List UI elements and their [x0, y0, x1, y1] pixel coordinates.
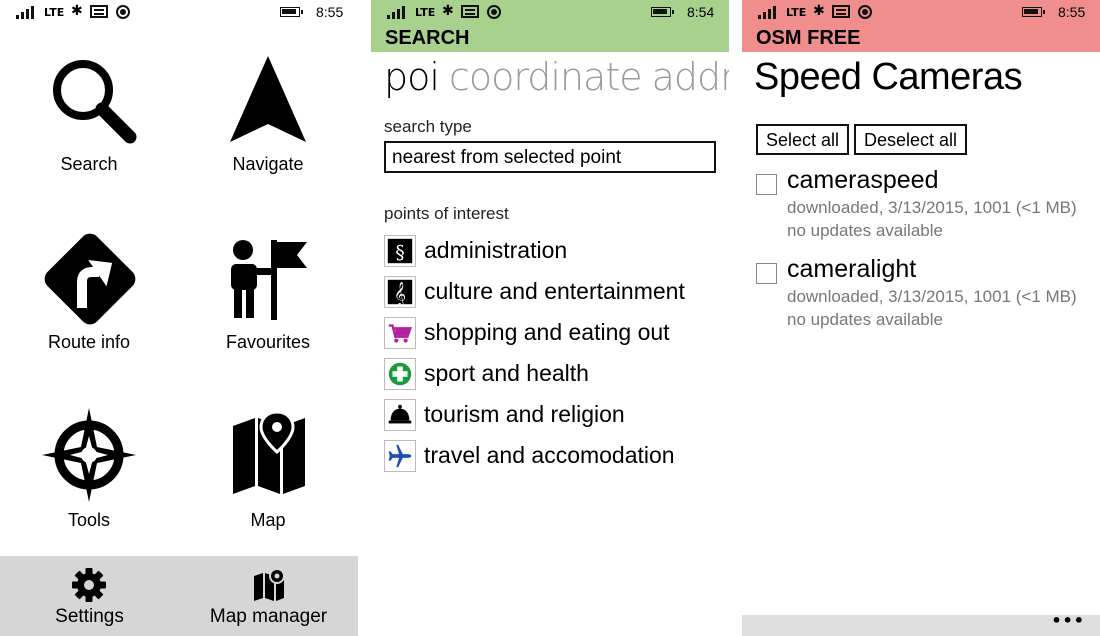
poi-category-sport[interactable]: sport and health: [384, 358, 724, 392]
gear-icon: [72, 568, 106, 602]
status-bar: LTE ✱ 8:54: [371, 0, 729, 26]
map-gear-icon: [254, 568, 285, 601]
search-type-select[interactable]: nearest from selected point: [384, 141, 716, 173]
favourites-label: Favourites: [225, 332, 311, 352]
search-type-label: search type: [384, 117, 472, 136]
camera-name: cameralight: [787, 255, 917, 283]
poi-category-travel[interactable]: travel and accomodation: [384, 440, 724, 474]
poi-category-administration[interactable]: § administration: [384, 235, 724, 269]
route-sign-icon: [44, 233, 136, 325]
treble-clef-icon: 𝄞: [384, 276, 416, 308]
map-pin-icon: [233, 412, 305, 494]
pivot-poi[interactable]: poi: [384, 55, 440, 99]
pivot-coordinate[interactable]: coordinate: [449, 55, 643, 99]
poi-category-label: administration: [424, 237, 568, 263]
person-flag-icon: [231, 240, 307, 320]
network-type: LTE: [44, 6, 65, 19]
svg-text:𝄞: 𝄞: [394, 281, 406, 306]
navigate-arrow-icon: [230, 56, 306, 142]
app-title-bar: OSM FREE: [742, 26, 1100, 52]
navigate-tile[interactable]: Navigate: [183, 50, 353, 220]
bluetooth-icon: ✱: [442, 3, 454, 19]
location-icon: [858, 5, 872, 19]
favourites-tile[interactable]: Favourites: [183, 224, 353, 394]
signal-icon: [16, 6, 34, 19]
camera-checkbox[interactable]: [756, 174, 777, 195]
app-title: OSM FREE: [756, 27, 861, 49]
shopping-cart-icon: [384, 317, 416, 349]
camera-detail: downloaded, 3/13/2015, 1001 (<1 MB): [787, 287, 1077, 306]
poi-category-culture[interactable]: 𝄞 culture and entertainment: [384, 276, 724, 310]
battery-icon: [280, 7, 303, 17]
pivot-address[interactable]: address: [652, 55, 729, 99]
camera-detail: downloaded, 3/13/2015, 1001 (<1 MB): [787, 198, 1077, 217]
bell-icon: [384, 399, 416, 431]
airplane-icon: [384, 440, 416, 472]
search-tile[interactable]: Search: [4, 50, 174, 220]
search-type-value: nearest from selected point: [392, 147, 622, 168]
poi-category-label: sport and health: [424, 360, 589, 386]
poi-category-label: tourism and religion: [424, 401, 625, 427]
battery-icon: [1022, 7, 1045, 17]
poi-section-label: points of interest: [384, 204, 509, 223]
map-manager-label: Map manager: [209, 606, 328, 627]
settings-button[interactable]: Settings: [0, 556, 179, 636]
status-bar: LTE ✱ 8:55: [742, 0, 1100, 26]
battery-icon: [651, 7, 674, 17]
deselect-all-button[interactable]: Deselect all: [854, 124, 968, 155]
speed-cameras-screen: LTE ✱ 8:55 OSM FREE Speed Cameras Select…: [742, 0, 1100, 636]
app-title: SEARCH: [385, 27, 470, 49]
app-title-bar: SEARCH: [371, 26, 729, 52]
bottom-app-bar: •••: [742, 611, 1100, 636]
select-all-button[interactable]: Select all: [756, 124, 850, 155]
route-info-tile[interactable]: Route info: [4, 224, 174, 394]
status-bar: LTE ✱ 8:55: [0, 0, 358, 26]
pivot-header: poicoordinateaddress: [384, 55, 729, 99]
camera-list-item[interactable]: cameraspeed downloaded, 3/13/2015, 1001 …: [754, 166, 1094, 246]
bluetooth-icon: ✱: [71, 3, 83, 19]
poi-category-tourism[interactable]: tourism and religion: [384, 399, 724, 433]
clock: 8:55: [1058, 4, 1086, 20]
location-icon: [116, 5, 130, 19]
poi-category-shopping[interactable]: shopping and eating out: [384, 317, 724, 351]
map-label: Map: [250, 510, 286, 530]
settings-label: Settings: [55, 606, 124, 627]
page-title: Speed Cameras: [754, 56, 1023, 98]
section-sign-icon: §: [384, 235, 416, 267]
poi-category-label: travel and accomodation: [424, 442, 675, 468]
location-icon: [487, 5, 501, 19]
navigate-label: Navigate: [232, 154, 304, 174]
camera-checkbox[interactable]: [756, 263, 777, 284]
bottom-app-bar: Settings Map manager: [0, 556, 358, 636]
map-tile[interactable]: Map: [183, 400, 353, 570]
map-manager-button[interactable]: Map manager: [179, 556, 358, 636]
camera-status: no updates available: [787, 221, 943, 240]
poi-category-label: culture and entertainment: [424, 278, 685, 304]
main-menu-screen: LTE ✱ 8:55 Search Navigate Route info Fa…: [0, 0, 358, 636]
message-icon: [461, 5, 479, 18]
network-type: LTE: [786, 6, 807, 19]
signal-icon: [387, 6, 405, 19]
clock: 8:55: [316, 4, 344, 20]
compass-rose-icon: [42, 408, 136, 502]
tools-label: Tools: [67, 510, 111, 530]
camera-status: no updates available: [787, 310, 943, 329]
search-icon: [53, 60, 137, 144]
route-info-label: Route info: [47, 332, 131, 352]
medical-cross-icon: [384, 358, 416, 390]
svg-text:§: §: [395, 243, 404, 264]
poi-category-label: shopping and eating out: [424, 319, 670, 345]
search-screen: LTE ✱ 8:54 SEARCH poicoordinateaddress s…: [371, 0, 729, 636]
clock: 8:54: [687, 4, 715, 20]
camera-name: cameraspeed: [787, 166, 939, 194]
more-options-button[interactable]: •••: [1051, 611, 1085, 630]
network-type: LTE: [415, 6, 436, 19]
search-label: Search: [60, 154, 118, 174]
bluetooth-icon: ✱: [813, 3, 825, 19]
tools-tile[interactable]: Tools: [4, 400, 174, 570]
message-icon: [90, 5, 108, 18]
signal-icon: [758, 6, 776, 19]
message-icon: [832, 5, 850, 18]
camera-list-item[interactable]: cameralight downloaded, 3/13/2015, 1001 …: [754, 255, 1094, 335]
